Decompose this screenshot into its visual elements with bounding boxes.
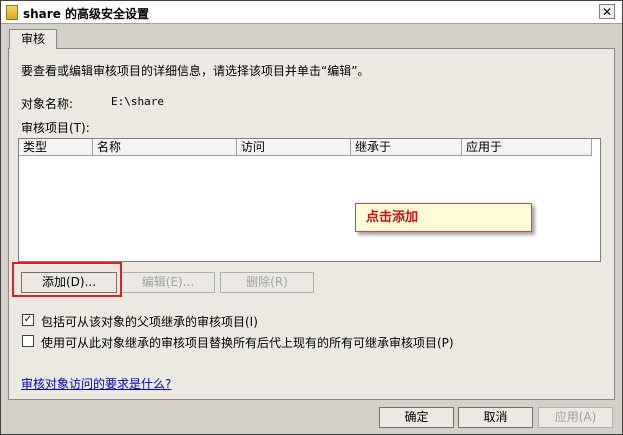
column-header-applies-to[interactable]: 应用于: [462, 139, 592, 156]
include-inheritable-checkbox[interactable]: ✓: [22, 314, 34, 326]
folder-icon: [6, 5, 18, 20]
annotation-callout: 点击添加: [355, 203, 532, 232]
replace-child-checkbox[interactable]: [22, 335, 34, 347]
object-name-label: 对象名称:: [21, 97, 74, 111]
audit-entries-label: 审核项目(T):: [21, 121, 90, 135]
object-name-value: E:\share: [111, 95, 164, 108]
column-header-access[interactable]: 访问: [237, 139, 351, 156]
audit-requirements-link[interactable]: 审核对象访问的要求是什么?: [21, 375, 171, 392]
include-inheritable-label: 包括可从该对象的父项继承的审核项目(I): [41, 315, 258, 329]
tab-audit[interactable]: 审核: [9, 29, 57, 49]
dialog-window: share 的高级安全设置 ✕ 审核 要查看或编辑审核项目的详细信息，请选择该项…: [0, 0, 623, 435]
add-button-highlight: [12, 262, 122, 297]
audit-entries-list[interactable]: 类型 名称 访问 继承于 应用于: [18, 138, 601, 262]
replace-child-label: 使用可从此对象继承的审核项目替换所有后代上现有的所有可继承审核项目(P): [41, 336, 454, 350]
remove-button[interactable]: 删除(R): [220, 272, 314, 293]
ok-button[interactable]: 确定: [379, 407, 454, 428]
close-button[interactable]: ✕: [599, 4, 615, 19]
column-header-name[interactable]: 名称: [93, 139, 237, 156]
column-header-inherited-from[interactable]: 继承于: [351, 139, 462, 156]
window-title: share 的高级安全设置: [23, 7, 150, 21]
column-header-type[interactable]: 类型: [19, 139, 93, 156]
intro-text: 要查看或编辑审核项目的详细信息，请选择该项目并单击“编辑”。: [21, 64, 370, 78]
apply-button[interactable]: 应用(A): [538, 407, 613, 428]
title-bar: share 的高级安全设置 ✕: [1, 1, 622, 24]
cancel-button[interactable]: 取消: [458, 407, 533, 428]
edit-button[interactable]: 编辑(E)...: [121, 272, 215, 293]
